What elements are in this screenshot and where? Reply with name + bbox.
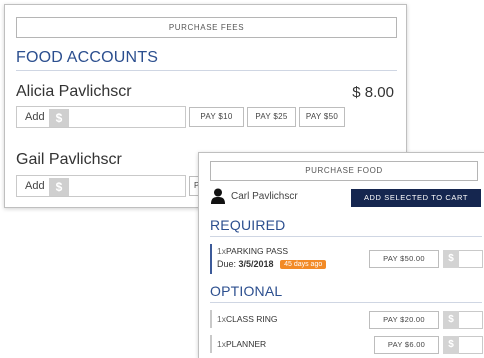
optional-item-name: 1xPLANNER <box>217 339 267 349</box>
purchase-food-button[interactable]: PURCHASE FOOD <box>210 161 478 181</box>
add-amount-input[interactable] <box>69 178 183 196</box>
pay-planner-button[interactable]: PAY $6.00 <box>374 336 439 354</box>
dollar-icon: $ <box>443 311 459 329</box>
pay-class-ring-button[interactable]: PAY $20.00 <box>369 311 439 329</box>
add-label: Add <box>25 180 45 192</box>
dollar-icon: $ <box>443 250 459 268</box>
class-ring-amount-input[interactable] <box>459 311 483 329</box>
pay-10-button[interactable]: PAY $10 <box>189 107 244 127</box>
pay-parking-pass-button[interactable]: PAY $50.00 <box>369 250 439 268</box>
optional-item-marker <box>210 310 214 328</box>
required-item-name: 1xPARKING PASS <box>217 246 289 256</box>
optional-item-marker <box>210 335 214 353</box>
parking-pass-amount-input[interactable] <box>459 250 483 268</box>
user-icon <box>211 188 225 209</box>
divider <box>16 70 397 71</box>
divider <box>210 236 482 237</box>
planner-amount-input[interactable] <box>459 336 483 354</box>
dollar-icon: $ <box>49 178 69 196</box>
purchase-fees-button[interactable]: PURCHASE FEES <box>16 17 397 38</box>
required-item-marker <box>210 244 214 274</box>
optional-item-name: 1xCLASS RING <box>217 314 278 324</box>
add-label: Add <box>25 111 45 123</box>
required-title: REQUIRED <box>210 217 286 233</box>
account-balance: $ 8.00 <box>352 84 394 101</box>
purchase-food-panel: PURCHASE FOOD Carl Pavlichscr ADD SELECT… <box>198 152 484 358</box>
dollar-icon: $ <box>443 336 459 354</box>
pay-25-button[interactable]: PAY $25 <box>247 107 296 127</box>
student-name: Carl Pavlichscr <box>231 191 298 202</box>
food-accounts-title: FOOD ACCOUNTS <box>16 49 159 66</box>
optional-title: OPTIONAL <box>210 283 283 299</box>
overdue-badge: 45 days ago <box>280 260 327 269</box>
account-name: Gail Pavlichscr <box>16 151 122 168</box>
due-date: Due: 3/5/2018 45 days ago <box>217 259 327 269</box>
add-amount-field: Add $ <box>16 106 186 128</box>
add-selected-to-cart-button[interactable]: ADD SELECTED TO CART <box>351 189 481 207</box>
divider <box>210 302 482 303</box>
account-name: Alicia Pavlichscr <box>16 83 132 100</box>
add-amount-field: Add $ <box>16 175 186 197</box>
add-amount-input[interactable] <box>69 109 183 127</box>
dollar-icon: $ <box>49 109 69 127</box>
pay-50-button[interactable]: PAY $50 <box>299 107 345 127</box>
